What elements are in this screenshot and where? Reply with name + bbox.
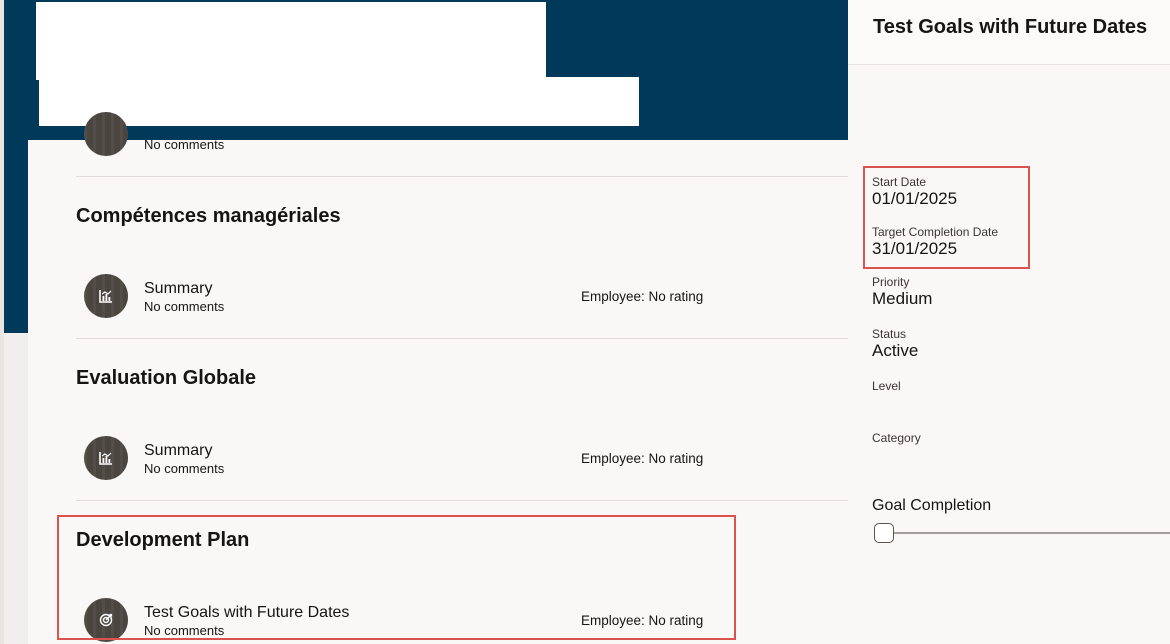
redacted-region (39, 77, 639, 126)
bar-chart-icon (84, 436, 128, 480)
category-label: Category (872, 431, 921, 445)
row-comments: No comments (144, 137, 225, 152)
goal-completion-track[interactable] (882, 532, 1170, 534)
panel-title: Test Goals with Future Dates (873, 16, 1148, 38)
goal-completion-slider-thumb[interactable] (874, 523, 894, 543)
bar-chart-icon (84, 274, 128, 318)
divider (76, 500, 850, 501)
row-comments: No comments (144, 299, 225, 314)
panel-header: Test Goals with Future Dates (848, 0, 1170, 65)
bar-chart-icon (84, 112, 128, 156)
goal-completion-label: Goal Completion (872, 497, 992, 514)
priority-label: Priority (872, 275, 910, 289)
priority-value: Medium (872, 289, 933, 308)
highlight-box-development-plan (57, 515, 736, 640)
goal-detail-panel: Test Goals with Future Dates Start Date … (848, 0, 1170, 644)
row-title[interactable]: Summary (144, 280, 212, 298)
section-title-competences: Compétences managériales (76, 205, 341, 227)
highlight-box-dates (863, 166, 1030, 269)
row-title[interactable]: Summary (144, 442, 212, 460)
status-label: Status (872, 327, 907, 341)
row-comments: No comments (144, 461, 225, 476)
redacted-region (36, 2, 546, 80)
divider (76, 338, 850, 339)
level-label: Level (872, 379, 901, 393)
status-value: Active (872, 341, 919, 360)
row-rating: Employee: No rating (581, 289, 704, 304)
divider (76, 176, 850, 177)
row-rating: Employee: No rating (581, 451, 704, 466)
section-title-evaluation-globale: Evaluation Globale (76, 367, 257, 389)
